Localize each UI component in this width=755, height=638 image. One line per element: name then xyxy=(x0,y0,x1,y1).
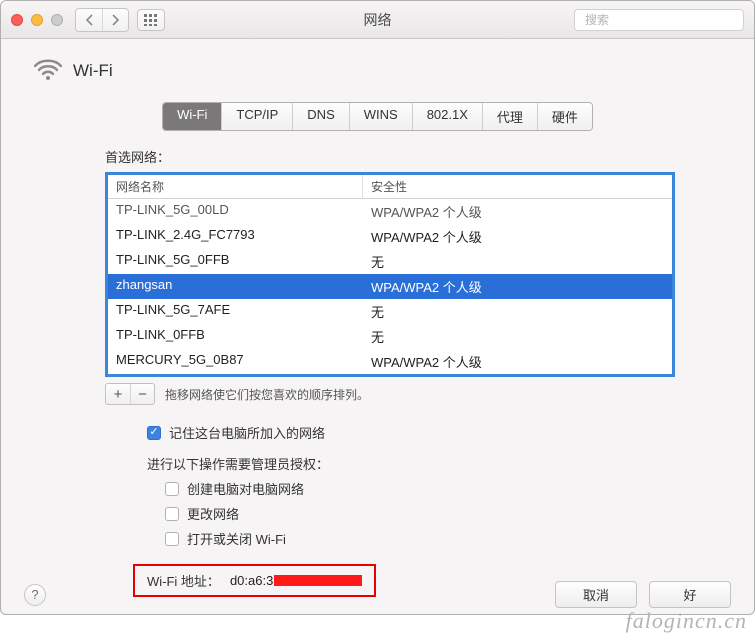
network-row[interactable]: TP-LINK_2.4G_FC7793WPA/WPA2 个人级 xyxy=(108,224,672,249)
col-security[interactable]: 安全性 xyxy=(363,175,672,198)
tab-dns[interactable]: DNS xyxy=(292,103,348,130)
admin-opt-checkbox[interactable] xyxy=(165,507,179,521)
network-row[interactable]: TP-LINK_5G_0FFB无 xyxy=(108,249,672,274)
search-input[interactable] xyxy=(585,13,740,27)
preferred-networks-table[interactable]: 网络名称 安全性 TP-LINK_5G_00LDWPA/WPA2 个人级TP-L… xyxy=(105,172,675,377)
admin-opt-label: 创建电脑对电脑网络 xyxy=(187,479,304,498)
forward-button[interactable] xyxy=(102,9,128,31)
network-security: 无 xyxy=(363,251,672,272)
network-row[interactable]: TP-LINK_5G_00LDWPA/WPA2 个人级 xyxy=(108,199,672,224)
admin-opt-row[interactable]: 更改网络 xyxy=(165,504,722,523)
footer: ? 取消 好 xyxy=(0,581,755,608)
network-name: zhangsan xyxy=(108,276,363,297)
network-name: TP-LINK_5G_00LD xyxy=(108,201,363,222)
network-row[interactable]: zhangsanWPA/WPA2 个人级 xyxy=(108,274,672,299)
network-name: MERCURY_5G_0B87 xyxy=(108,351,363,372)
chevron-left-icon xyxy=(85,14,94,26)
network-row[interactable]: MERCURY_5G_0B87WPA/WPA2 个人级 xyxy=(108,349,672,374)
col-network-name[interactable]: 网络名称 xyxy=(108,175,363,198)
network-security: WPA/WPA2 个人级 xyxy=(363,276,672,297)
add-network-button[interactable]: + xyxy=(106,384,130,404)
network-preferences-window: 网络 Wi-Fi Wi-FiTCP/IPDNSWINS802.1X代理硬件 首 xyxy=(0,0,755,615)
minimize-window-button[interactable] xyxy=(31,14,43,26)
tab-tcp-ip[interactable]: TCP/IP xyxy=(221,103,292,130)
network-name: TP-LINK_2.4G_FC7793 xyxy=(108,226,363,247)
zoom-window-button[interactable] xyxy=(51,14,63,26)
remember-label: 记住这台电脑所加入的网络 xyxy=(169,423,325,442)
page-title: Wi-Fi xyxy=(73,61,113,81)
grid-icon xyxy=(144,14,158,26)
network-name: TP-LINK_5G_0FFB xyxy=(108,251,363,272)
back-button[interactable] xyxy=(76,9,102,31)
cancel-button[interactable]: 取消 xyxy=(555,581,637,608)
tab--[interactable]: 代理 xyxy=(482,103,537,130)
wifi-header: Wi-Fi xyxy=(33,57,722,84)
tab-bar: Wi-FiTCP/IPDNSWINS802.1X代理硬件 xyxy=(33,102,722,131)
search-field[interactable] xyxy=(574,9,744,31)
window-title: 网络 xyxy=(364,10,392,30)
wifi-icon xyxy=(33,57,63,84)
content-area: Wi-Fi Wi-FiTCP/IPDNSWINS802.1X代理硬件 首选网络：… xyxy=(1,39,754,615)
add-remove-box: + − xyxy=(105,383,155,405)
tab-wins[interactable]: WINS xyxy=(349,103,412,130)
admin-opt-row[interactable]: 打开或关闭 Wi-Fi xyxy=(165,529,722,548)
close-window-button[interactable] xyxy=(11,14,23,26)
nav-back-forward xyxy=(75,8,129,32)
tab-802-1x[interactable]: 802.1X xyxy=(412,103,482,130)
network-row[interactable]: TP-LINK_0FFB无 xyxy=(108,324,672,349)
network-security: 无 xyxy=(363,326,672,347)
network-security: WPA/WPA2 个人级 xyxy=(363,351,672,372)
window-controls xyxy=(11,14,63,26)
drag-hint: 拖移网络使它们按您喜欢的顺序排列。 xyxy=(165,386,369,403)
network-security: WPA/WPA2 个人级 xyxy=(363,226,672,247)
network-security: 无 xyxy=(363,301,672,322)
add-remove-row: + − 拖移网络使它们按您喜欢的顺序排列。 xyxy=(105,383,722,405)
network-name: TP-LINK_0FFB xyxy=(108,326,363,347)
show-all-button[interactable] xyxy=(137,9,165,31)
chevron-right-icon xyxy=(111,14,120,26)
remember-networks-row[interactable]: ✓ 记住这台电脑所加入的网络 xyxy=(147,423,722,442)
preferred-networks-label: 首选网络： xyxy=(105,147,722,166)
network-security: WPA/WPA2 个人级 xyxy=(363,201,672,222)
admin-opt-checkbox[interactable] xyxy=(165,482,179,496)
remember-checkbox[interactable]: ✓ xyxy=(147,426,161,440)
admin-opt-label: 打开或关闭 Wi-Fi xyxy=(187,529,286,548)
watermark: falogincn.cn xyxy=(626,608,747,634)
admin-opt-row[interactable]: 创建电脑对电脑网络 xyxy=(165,479,722,498)
table-header: 网络名称 安全性 xyxy=(108,175,672,199)
tab-wi-fi[interactable]: Wi-Fi xyxy=(163,103,221,130)
admin-opt-label: 更改网络 xyxy=(187,504,239,523)
titlebar: 网络 xyxy=(1,1,754,39)
admin-opt-checkbox[interactable] xyxy=(165,532,179,546)
network-name: TP-LINK_5G_7AFE xyxy=(108,301,363,322)
remove-network-button[interactable]: − xyxy=(130,384,154,404)
help-button[interactable]: ? xyxy=(24,584,46,606)
ok-button[interactable]: 好 xyxy=(649,581,731,608)
admin-auth-label: 进行以下操作需要管理员授权： xyxy=(147,454,722,473)
tab--[interactable]: 硬件 xyxy=(537,103,592,130)
network-row[interactable]: TP-LINK_5G_7AFE无 xyxy=(108,299,672,324)
